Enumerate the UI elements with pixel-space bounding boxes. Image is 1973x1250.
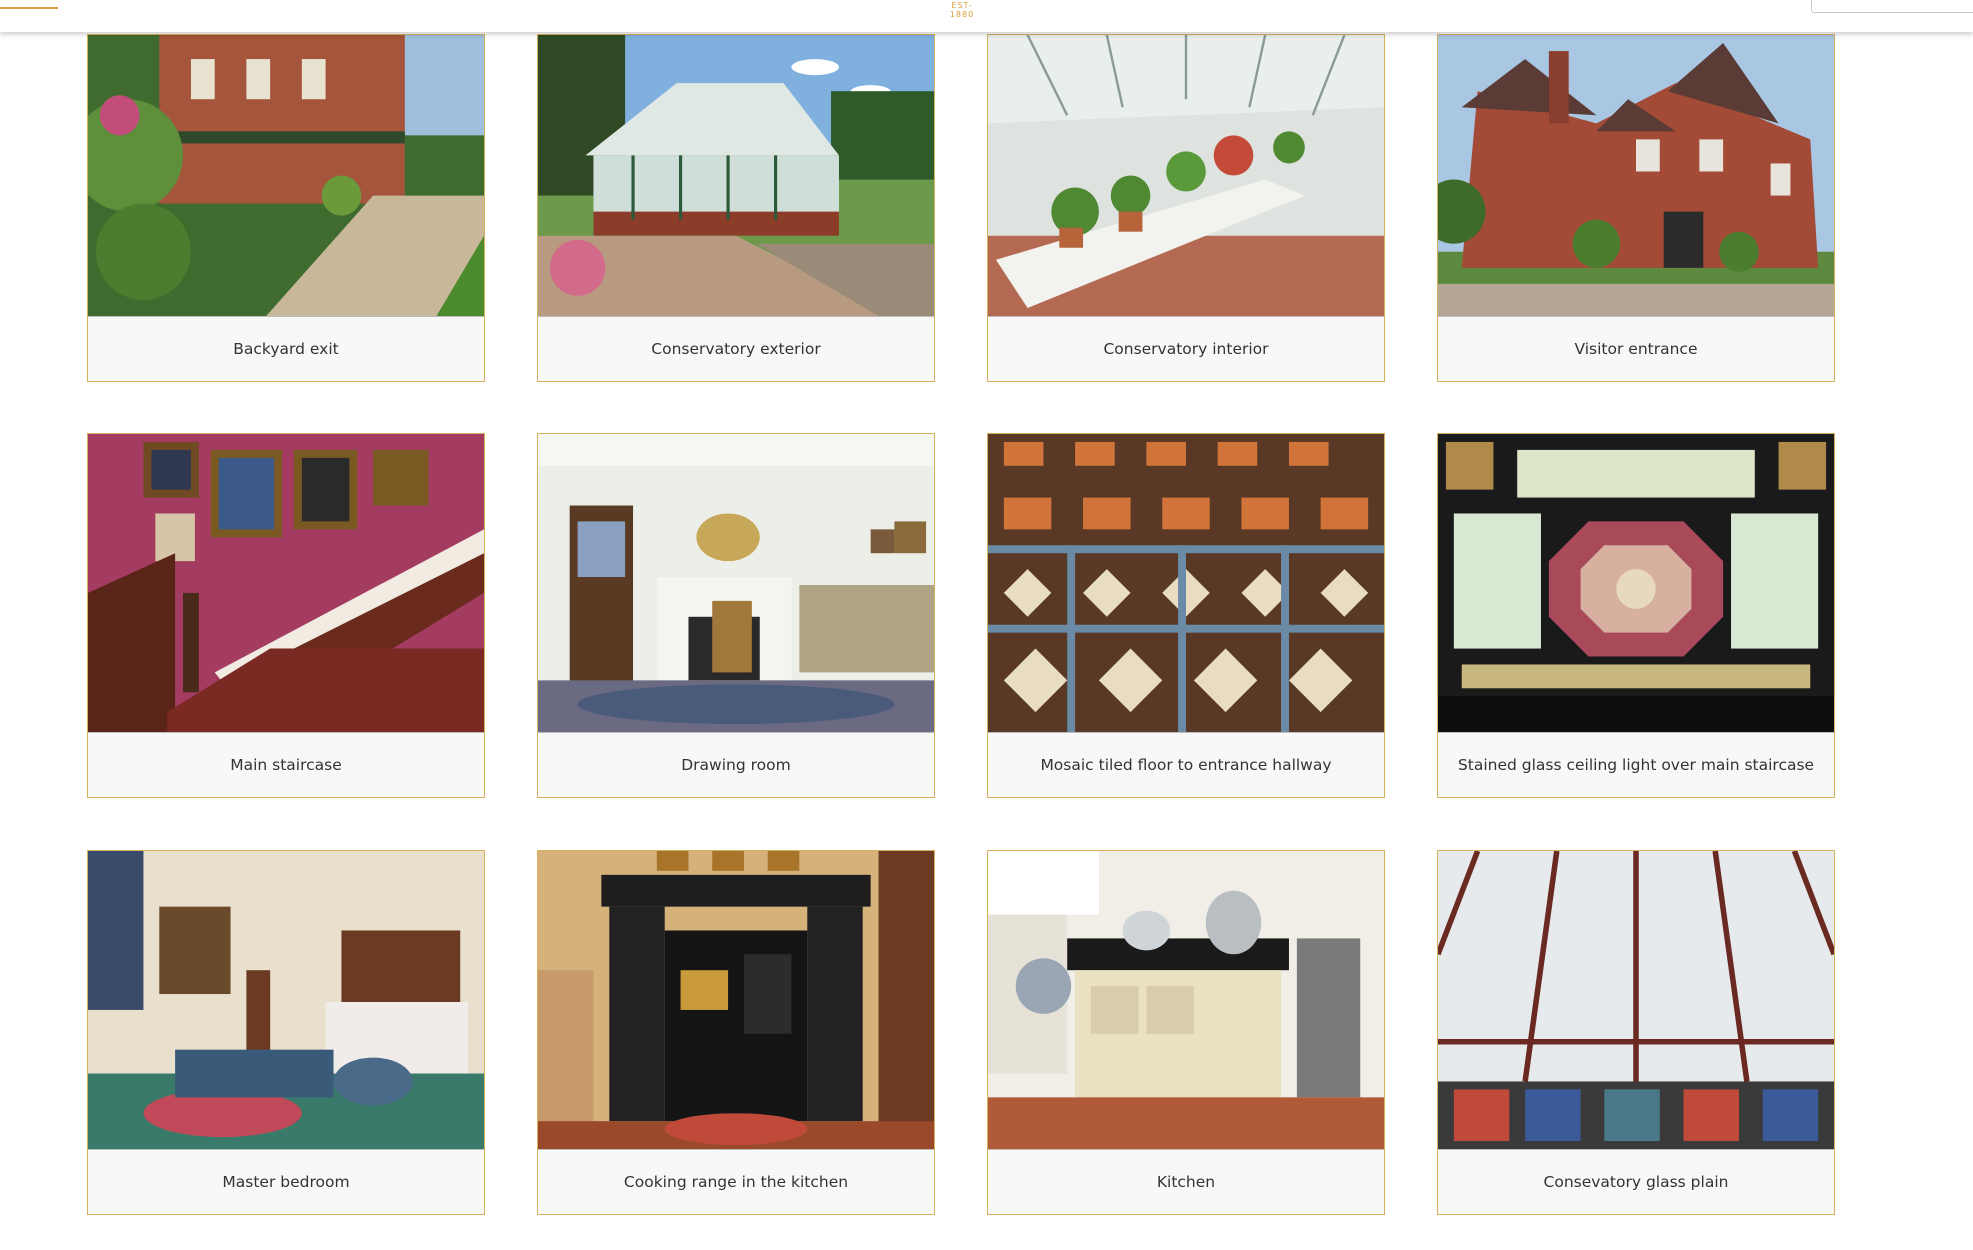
gallery-caption: Conservatory exterior — [538, 317, 934, 381]
header-accent-line — [0, 7, 58, 9]
gallery-caption: Conservatory interior — [988, 317, 1384, 381]
gallery-card-main-staircase[interactable]: Main staircase — [87, 433, 485, 798]
backyard-exit-photo[interactable] — [88, 35, 484, 317]
gallery-caption: Consevatory glass plain — [1438, 1150, 1834, 1214]
gallery-caption: Master bedroom — [88, 1150, 484, 1214]
gallery-caption: Main staircase — [88, 733, 484, 797]
gallery-caption: Stained glass ceiling light over main st… — [1438, 733, 1834, 797]
gallery-card-conservatory-glass[interactable]: Consevatory glass plain — [1437, 850, 1835, 1215]
gallery-card-stained-glass[interactable]: Stained glass ceiling light over main st… — [1437, 433, 1835, 798]
gallery-caption: Backyard exit — [88, 317, 484, 381]
gallery-card-cooking-range[interactable]: Cooking range in the kitchen — [537, 850, 935, 1215]
gallery-card-kitchen[interactable]: Kitchen — [987, 850, 1385, 1215]
gallery-card-drawing-room[interactable]: Drawing room — [537, 433, 935, 798]
conservatory-interior-photo[interactable] — [988, 35, 1384, 317]
photo-gallery: Backyard exit Conservatory exterior Cons… — [0, 0, 1973, 1250]
gallery-card-visitor-entrance[interactable]: Visitor entrance — [1437, 34, 1835, 382]
gallery-card-conservatory-interior[interactable]: Conservatory interior — [987, 34, 1385, 382]
gallery-card-conservatory-exterior[interactable]: Conservatory exterior — [537, 34, 935, 382]
gallery-card-master-bedroom[interactable]: Master bedroom — [87, 850, 485, 1215]
master-bedroom-photo[interactable] — [88, 851, 484, 1150]
gallery-card-mosaic-floor[interactable]: Mosaic tiled floor to entrance hallway — [987, 433, 1385, 798]
gallery-caption: Drawing room — [538, 733, 934, 797]
gallery-caption: Cooking range in the kitchen — [538, 1150, 934, 1214]
site-header: EST-1880 — [0, 0, 1973, 32]
kitchen-photo[interactable] — [988, 851, 1384, 1150]
gallery-caption: Kitchen — [988, 1150, 1384, 1214]
visitor-entrance-photo[interactable] — [1438, 35, 1834, 317]
cooking-range-photo[interactable] — [538, 851, 934, 1150]
conservatory-glass-photo[interactable] — [1438, 851, 1834, 1150]
stained-glass-photo[interactable] — [1438, 434, 1834, 733]
main-staircase-photo[interactable] — [88, 434, 484, 733]
drawing-room-photo[interactable] — [538, 434, 934, 733]
conservatory-exterior-photo[interactable] — [538, 35, 934, 317]
gallery-caption: Mosaic tiled floor to entrance hallway — [988, 733, 1384, 797]
gallery-card-backyard-exit[interactable]: Backyard exit — [87, 34, 485, 382]
gallery-caption: Visitor entrance — [1438, 317, 1834, 381]
established-label: EST-1880 — [949, 1, 975, 19]
header-search-box[interactable] — [1811, 0, 1973, 13]
mosaic-floor-photo[interactable] — [988, 434, 1384, 733]
